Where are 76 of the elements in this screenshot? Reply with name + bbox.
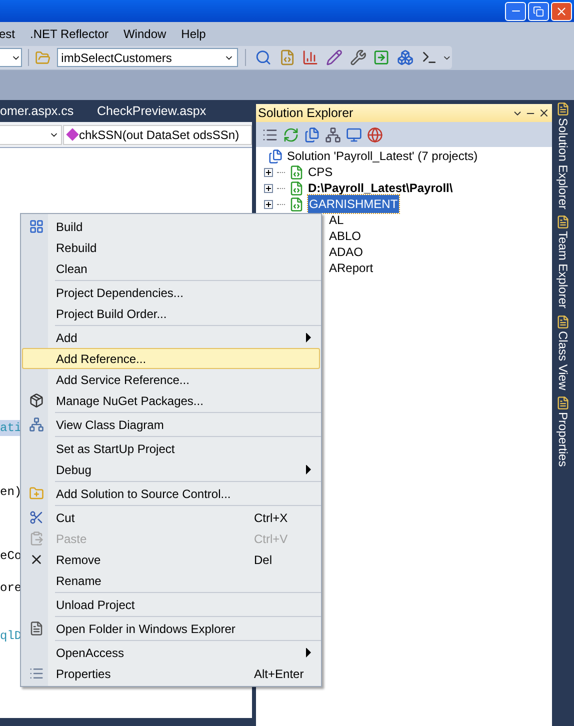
wrench-icon[interactable] bbox=[350, 49, 366, 66]
menu-item[interactable]: Window bbox=[123, 24, 166, 42]
menu-item[interactable]: Remove Del bbox=[22, 549, 320, 570]
document-tab[interactable]: omer.aspx.cs bbox=[0, 102, 97, 120]
menu-item[interactable]: Rename bbox=[22, 570, 320, 591]
expand-icon[interactable] bbox=[264, 168, 273, 176]
menu-item[interactable]: Project Dependencies... bbox=[22, 282, 320, 303]
panel-header: Solution Explorer bbox=[256, 104, 552, 122]
target-combo[interactable]: imbSelectCustomers bbox=[57, 48, 238, 67]
project-node[interactable]: AReport bbox=[329, 259, 374, 277]
project-node[interactable]: D:\Payroll_Latest\Payroll\ bbox=[308, 179, 453, 197]
member-combo[interactable]: chkSSN(out DataSet odsSSn) bbox=[63, 124, 252, 144]
menu-item[interactable]: Open Folder in Windows Explorer bbox=[22, 618, 320, 639]
project-node[interactable]: AL bbox=[329, 211, 344, 229]
menu-item[interactable]: Properties Alt+Enter bbox=[22, 663, 320, 684]
project-node[interactable]: ABLO bbox=[329, 227, 362, 245]
document-tab[interactable]: CheckPreview.aspx bbox=[97, 102, 206, 120]
search-icon[interactable] bbox=[255, 49, 272, 66]
close-button[interactable] bbox=[551, 2, 572, 20]
project-icon bbox=[289, 164, 304, 180]
project-node[interactable]: CPS bbox=[308, 163, 333, 181]
diagram-icon[interactable] bbox=[325, 126, 341, 142]
bar-chart-icon[interactable] bbox=[302, 49, 320, 66]
menu-item[interactable]: Rebuild bbox=[22, 237, 320, 258]
side-tab[interactable]: Team Explorer bbox=[554, 215, 572, 309]
restore-button[interactable] bbox=[528, 2, 549, 20]
combo-box[interactable] bbox=[0, 48, 22, 67]
side-tab[interactable]: Properties bbox=[554, 396, 572, 467]
side-tab[interactable]: Class View bbox=[554, 314, 572, 390]
menu-item[interactable]: Cut Ctrl+X bbox=[22, 507, 320, 528]
code-text: en) bbox=[0, 485, 22, 499]
folder-plus-icon bbox=[28, 486, 44, 501]
code-text: ore bbox=[0, 581, 22, 595]
document-icon bbox=[28, 621, 44, 636]
pencil-icon[interactable] bbox=[326, 49, 343, 66]
menu-item[interactable]: Add Service Reference... bbox=[22, 369, 320, 390]
menu-item[interactable]: Project Build Order... bbox=[22, 303, 320, 324]
property-sheet-icon bbox=[28, 666, 44, 681]
project-node[interactable]: ADAO bbox=[329, 243, 364, 261]
monitor-icon[interactable] bbox=[346, 126, 362, 142]
scissors-icon bbox=[28, 510, 44, 525]
terminal-icon[interactable] bbox=[420, 49, 438, 66]
code-text: ati bbox=[0, 421, 22, 435]
solution-node[interactable]: Solution 'Payroll_Latest' (7 projects) bbox=[287, 147, 478, 165]
menu-item[interactable]: Manage NuGet Packages... bbox=[22, 390, 320, 411]
menu-item[interactable]: Add bbox=[22, 327, 320, 348]
package-icon bbox=[28, 393, 44, 408]
files-icon[interactable] bbox=[304, 126, 320, 142]
menu-item[interactable]: Help bbox=[181, 24, 206, 42]
project-icon bbox=[289, 180, 304, 196]
menu-item[interactable]: Clean bbox=[22, 258, 320, 279]
restore-icon bbox=[533, 6, 544, 16]
method-icon bbox=[66, 128, 79, 141]
menu-item[interactable]: Build bbox=[22, 216, 320, 237]
close-icon[interactable] bbox=[538, 107, 550, 119]
side-tab[interactable]: Solution Explorer bbox=[554, 102, 572, 210]
menu-item[interactable]: .NET Reflector bbox=[30, 24, 108, 42]
paste-icon bbox=[28, 531, 44, 546]
layout-grid-icon bbox=[28, 219, 44, 234]
menu-item[interactable]: Add Solution to Source Control... bbox=[22, 483, 320, 504]
expand-icon[interactable] bbox=[264, 200, 273, 208]
project-node[interactable]: GARNISHMENT bbox=[308, 195, 399, 213]
minimize-button[interactable] bbox=[505, 2, 526, 20]
globe-icon[interactable] bbox=[367, 126, 383, 142]
expand-icon[interactable] bbox=[264, 184, 273, 192]
project-icon bbox=[289, 196, 304, 212]
boxes-icon[interactable] bbox=[396, 49, 414, 66]
menu-item[interactable]: OpenAccess bbox=[22, 642, 320, 663]
diagram-icon bbox=[28, 417, 44, 432]
menu-item[interactable]: Set as StartUp Project bbox=[22, 438, 320, 459]
menu-item[interactable]: View Class Diagram bbox=[22, 414, 320, 435]
menu-item[interactable]: Add Reference... bbox=[22, 348, 320, 369]
menu-item[interactable]: Unload Project bbox=[22, 594, 320, 615]
arrow-right-icon[interactable] bbox=[373, 49, 390, 66]
menu-item[interactable]: Debug bbox=[22, 459, 320, 480]
close-icon bbox=[555, 4, 568, 18]
